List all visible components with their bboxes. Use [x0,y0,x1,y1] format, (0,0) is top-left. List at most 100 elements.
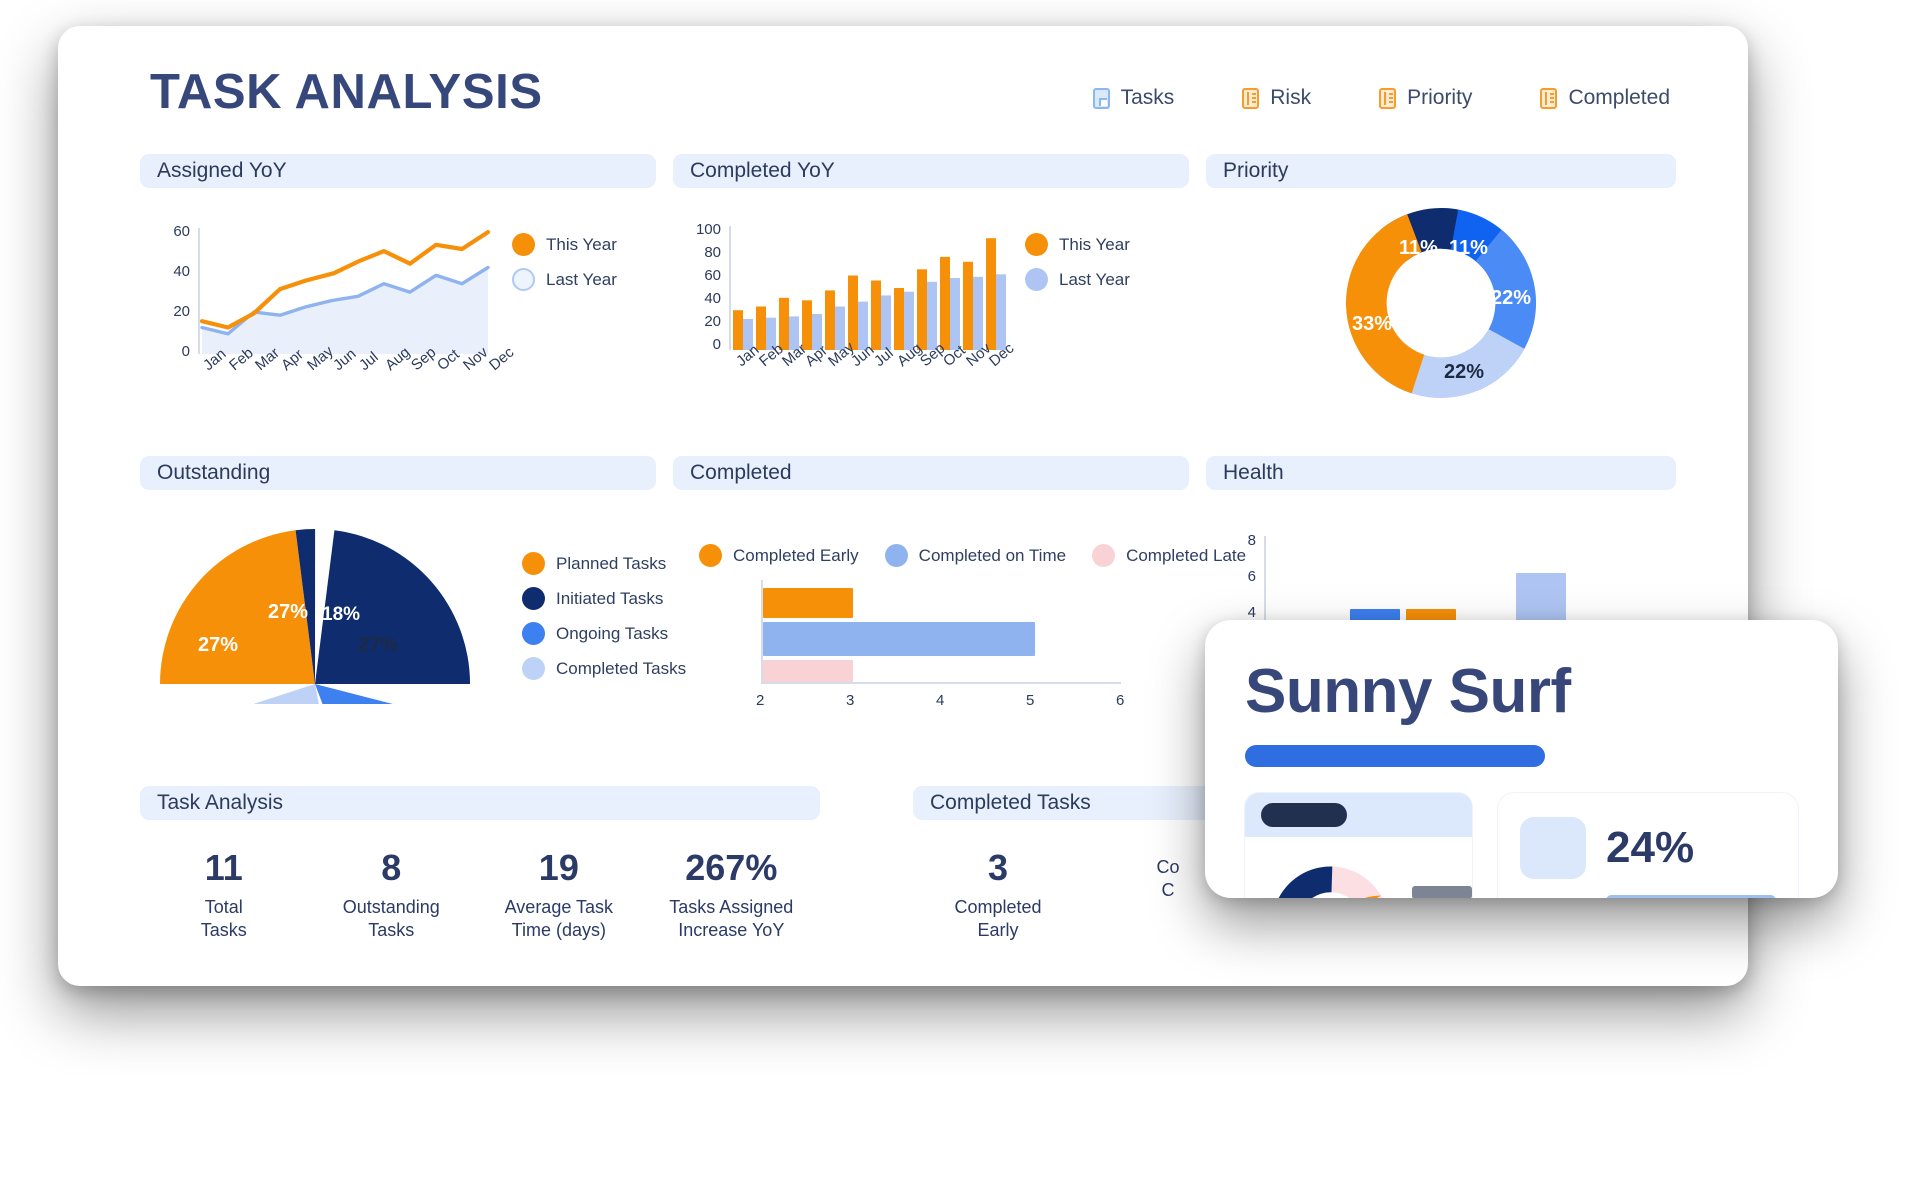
legend-swatch-last-year [1025,268,1048,291]
pie-label: 27% [268,601,309,623]
floating-card-legend-lines [1412,886,1472,898]
nav-item-tasks[interactable]: Tasks [1092,86,1174,110]
panel-title-task-analysis: Task Analysis [157,791,284,814]
floating-card-percent: 24% [1606,823,1695,872]
ytick: 40 [704,290,721,307]
floating-card-title: Sunny Surf [1245,657,1571,726]
kpi-label: Total Tasks [200,896,247,940]
donut-label: 11% [1449,237,1488,259]
panel-completed: Completed [673,456,1189,490]
panel-outstanding: Outstanding [140,456,656,490]
kpi-group-task-analysis: 11 Total Tasks 8 Outstanding Tasks 19 Av… [140,848,820,942]
donut-label: 11% [1399,237,1438,259]
xtick: 4 [936,692,945,709]
completed-yoy-plot [733,238,1006,350]
xtick: 5 [1026,692,1035,709]
legend-item[interactable]: Initiated Tasks [522,587,686,610]
dashboard-header: TASK ANALYSIS Tasks Risk Priority Comple… [58,26,1748,141]
legend-swatch-initiated [522,587,545,610]
chart-completed-yoy[interactable]: 100 80 60 40 20 0 Jan Feb Mar Apr May Ju… [673,201,1189,391]
legend-swatch-on-time [884,544,908,567]
legend-label: Ongoing Tasks [556,623,669,643]
panel-header-priority: Priority [1206,154,1676,188]
kpi-value: 267% [685,847,778,888]
panel-header-outstanding: Outstanding [140,456,656,490]
chart-outstanding-semicircle[interactable]: 27% 18% 27% 27% Planned Tasks Initiated … [140,504,686,734]
kpi-value: 3 [987,847,1009,888]
floating-card-sunny-surf[interactable]: Sunny Surf 24% [1205,620,1838,898]
kpi-total-tasks: 11 Total Tasks [140,848,308,942]
floating-card-metric-underline [1606,895,1776,898]
chart-assigned-yoy[interactable]: 60 40 20 0 Jan Feb Mar Apr May Jun Jul A… [140,201,656,391]
panel-title-completed-yoy: Completed YoY [690,159,835,182]
x-axis [761,682,1121,684]
donut-label: 33% [1352,313,1393,335]
floating-card-metric-row: 24% [1520,817,1776,879]
legend-outstanding: Planned Tasks Initiated Tasks Ongoing Ta… [522,552,686,680]
legend-swatch-planned [522,552,545,575]
floating-card-metric-icon [1520,817,1586,879]
legend-item[interactable]: Completed on Time [884,544,1067,567]
legend-item[interactable]: Completed Tasks [522,657,686,680]
nav-label-risk: Risk [1270,86,1312,109]
legend-line [1412,886,1472,898]
legend-item[interactable]: Planned Tasks [522,552,686,575]
panel-priority: Priority [1206,154,1676,188]
xtick: 2 [756,692,765,709]
donut-label: 22% [1491,287,1532,309]
panel-completed-yoy: Completed YoY [673,154,1189,188]
legend-swatch-early [699,544,722,567]
hbar-completed-on-time[interactable] [763,622,1035,656]
kpi-value: 8 [381,847,402,888]
chart-completed-hbar[interactable]: Completed Early Completed on Time Comple… [673,504,1246,709]
panel-title-outstanding: Outstanding [157,461,271,484]
kpi-label: Tasks Assigned Increase YoY [669,896,794,940]
panel-title-priority: Priority [1223,159,1289,182]
legend-item[interactable]: Completed Early [699,544,859,567]
legend-completed: Completed Early Completed on Time Comple… [699,544,1246,567]
legend-item[interactable]: Ongoing Tasks [522,622,686,645]
legend-swatch-this-year [1025,233,1048,256]
ytick: 20 [704,313,721,330]
nav-item-risk[interactable]: Risk [1242,86,1311,110]
hbar-completed-early[interactable] [763,588,853,618]
floating-card-metric-panel: 24% [1498,793,1798,898]
panel-title-assigned-yoy: Assigned YoY [157,159,287,182]
ytick: 0 [181,343,190,360]
page-title: TASK ANALYSIS [150,65,543,119]
legend-swatch-last-year [512,268,535,291]
legend-item[interactable]: Last Year [1025,268,1130,291]
floating-card-right-column: 24% [1498,793,1798,898]
ytick: 4 [1247,604,1256,621]
kpi-label: Average Task Time (days) [504,896,614,940]
legend-item[interactable]: This Year [512,233,617,256]
panel-task-analysis: Task Analysis [140,786,820,820]
legend-item[interactable]: This Year [1025,233,1130,256]
hbar-completed-late[interactable] [763,660,853,682]
tasks-icon [1092,87,1110,109]
legend-label: Planned Tasks [556,553,667,573]
outstanding-semi-plot [160,528,471,704]
ytick: 40 [173,263,190,280]
top-nav: Tasks Risk Priority Completed [1092,86,1670,110]
ytick: 6 [1247,568,1256,585]
panel-title-completed: Completed [690,461,792,484]
floating-card-chart-title-pill [1261,803,1347,827]
legend-label: Last Year [546,269,617,289]
legend-label: Completed on Time [918,545,1067,565]
nav-item-completed[interactable]: Completed [1540,86,1670,110]
chart-priority-donut[interactable]: 11% 11% 22% 22% 33% [1206,201,1676,406]
nav-label-completed: Completed [1568,86,1670,109]
panel-header-completed-yoy: Completed YoY [673,154,1189,188]
kpi-label: Outstanding Tasks [342,896,440,940]
xtick: 3 [846,692,855,709]
ytick: 8 [1247,532,1256,549]
legend-label: This Year [1059,234,1130,254]
floating-card-body: 24% [1245,793,1798,898]
legend-item[interactable]: Last Year [512,268,617,291]
ytick: 0 [712,336,721,353]
kpi-completed-early: 3 Completed Early [913,848,1083,942]
panel-header-task-analysis: Task Analysis [140,786,820,820]
screen-root: TASK ANALYSIS Tasks Risk Priority Comple… [0,0,1920,1180]
nav-item-priority[interactable]: Priority [1379,86,1472,110]
